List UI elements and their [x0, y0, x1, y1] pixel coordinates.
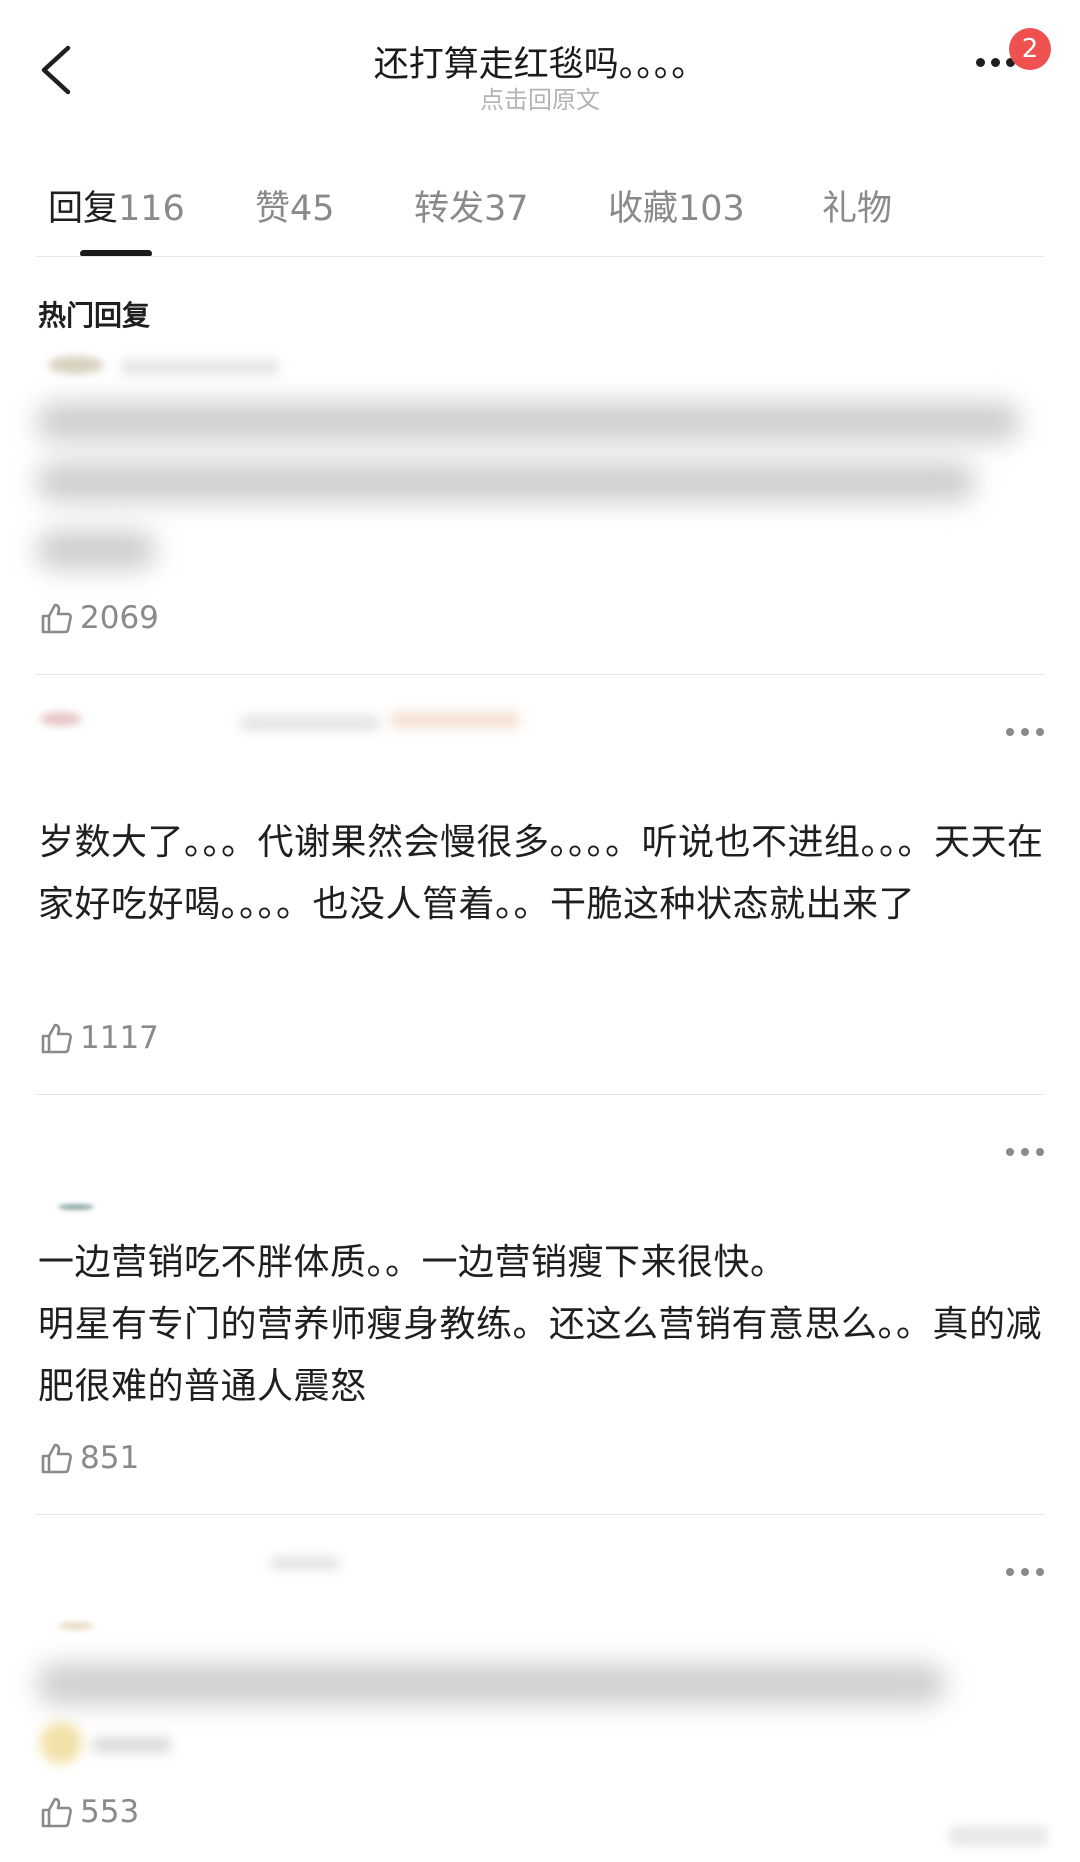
sticker-icon [40, 1722, 82, 1764]
tab-label: 礼物 [822, 189, 893, 229]
blurred-comment-line [36, 462, 976, 502]
like-button[interactable]: 851 [40, 1440, 139, 1476]
like-button[interactable]: 1117 [40, 1020, 159, 1056]
blurred-comment-line [36, 1664, 946, 1704]
comment-more-button[interactable] [1006, 728, 1044, 736]
avatar[interactable] [58, 1204, 94, 1210]
username[interactable] [270, 1558, 340, 1568]
tab-count: 116 [118, 189, 185, 229]
tab-gifts[interactable]: 礼物 [822, 180, 892, 231]
like-count: 2069 [80, 600, 159, 636]
blurred-comment-line [36, 402, 1021, 442]
more-horizontal-icon [1006, 1568, 1014, 1576]
tab-label: 赞 [255, 189, 291, 229]
like-count: 851 [80, 1440, 140, 1476]
thumbs-up-icon [41, 1797, 72, 1828]
more-horizontal-icon [1006, 728, 1014, 736]
tab-count: 45 [290, 189, 335, 229]
comment-text: 一边营销吃不胖体质。。一边营销瘦下来很快。 明星有专门的营养师瘦身教练。还这么营… [38, 1242, 1043, 1407]
tab-favorites[interactable]: 收藏103 [608, 180, 745, 231]
more-horizontal-icon [1006, 1148, 1014, 1156]
view-original-link[interactable]: 点击回原文 [0, 80, 1080, 115]
avatar[interactable] [48, 356, 104, 374]
username[interactable] [120, 360, 280, 374]
section-title: 热门回复 [38, 299, 151, 332]
comment-divider [36, 674, 1044, 675]
like-button[interactable]: 553 [40, 1794, 139, 1830]
comment-divider [36, 1094, 1044, 1095]
more-button[interactable] [976, 58, 1015, 67]
like-button[interactable]: 2069 [40, 600, 159, 636]
tab-replies[interactable]: 回复116 [48, 180, 185, 231]
comment-text: 岁数大了。。。代谢果然会慢很多。。。。听说也不进组。。。天天在家好吃好喝。。。。… [38, 822, 1044, 925]
tab-likes[interactable]: 赞45 [255, 180, 335, 231]
notification-badge: 2 [1009, 28, 1051, 70]
avatar[interactable] [58, 1622, 94, 1630]
thumbs-up-icon [41, 1443, 72, 1474]
username[interactable] [240, 716, 380, 730]
tab-count: 37 [484, 189, 529, 229]
tab-count: 103 [678, 189, 745, 229]
blurred-text [92, 1738, 172, 1752]
thumbs-up-icon [41, 603, 72, 634]
watermark [948, 1826, 1048, 1846]
tab-label: 回复 [48, 189, 119, 229]
tab-label: 转发 [414, 189, 485, 229]
tab-reposts[interactable]: 转发37 [414, 180, 529, 231]
tab-label: 收藏 [608, 189, 679, 229]
comment-more-button[interactable] [1006, 1148, 1044, 1156]
comment-more-button[interactable] [1006, 1568, 1044, 1576]
tabs-divider [36, 256, 1044, 257]
avatar[interactable] [40, 712, 82, 726]
like-count: 1117 [80, 1020, 159, 1056]
more-horizontal-icon [976, 58, 985, 67]
blurred-comment-line [36, 530, 156, 570]
user-badge [390, 712, 520, 728]
comment-divider [36, 1514, 1044, 1515]
like-count: 553 [80, 1794, 140, 1830]
thumbs-up-icon [41, 1023, 72, 1054]
